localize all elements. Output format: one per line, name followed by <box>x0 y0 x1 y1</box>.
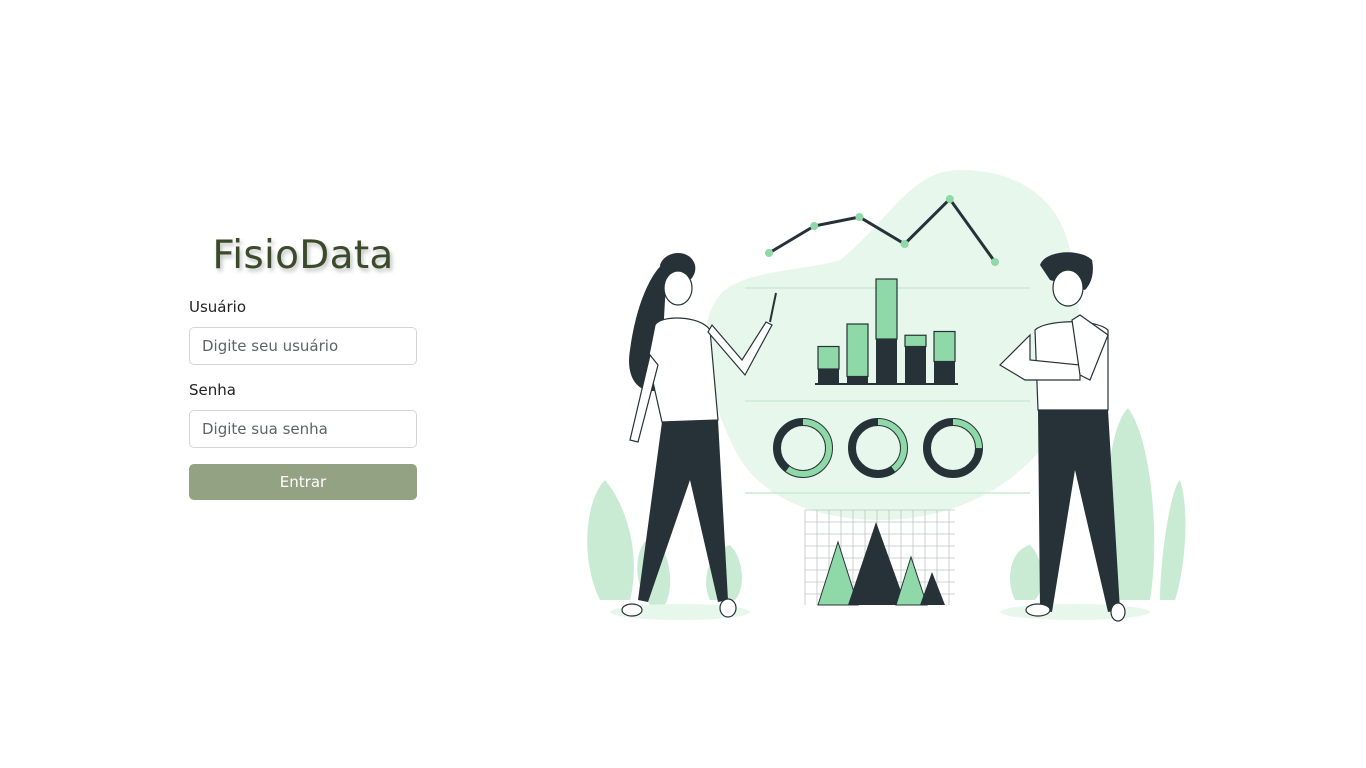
bar-segment-dark <box>905 346 926 384</box>
line-point <box>855 213 864 221</box>
line-point <box>991 258 999 266</box>
bar-segment-light <box>904 334 927 348</box>
chart-peak <box>848 522 906 605</box>
bar-segment-dark <box>876 339 897 384</box>
bar-segment-dark <box>934 361 955 384</box>
username-label: Usuário <box>189 298 247 316</box>
bar-segment-light <box>846 323 869 378</box>
login-button[interactable]: Entrar <box>189 464 417 500</box>
password-label: Senha <box>189 381 236 399</box>
mountain-chart <box>804 509 955 606</box>
line-point <box>765 249 773 257</box>
username-input[interactable] <box>189 327 417 365</box>
login-form: FisioData Usuário Senha Entrar <box>189 228 417 500</box>
line-point <box>810 222 819 230</box>
username-group: Usuário <box>189 298 417 365</box>
line-point <box>900 240 909 248</box>
line-point <box>945 195 954 203</box>
app-logo-title: FisioData <box>212 233 394 278</box>
bar-segment-dark <box>847 376 868 384</box>
chart-peak <box>920 572 945 605</box>
bar-segment-light <box>817 345 840 370</box>
analytics-illustration <box>587 170 1186 622</box>
password-input[interactable] <box>189 410 417 448</box>
login-page: FisioData Usuário Senha Entrar <box>0 0 1366 768</box>
password-group: Senha <box>189 381 417 448</box>
bar-segment-light <box>933 330 956 363</box>
bar-segment-dark <box>818 369 839 384</box>
bar-segment-light <box>875 278 898 340</box>
